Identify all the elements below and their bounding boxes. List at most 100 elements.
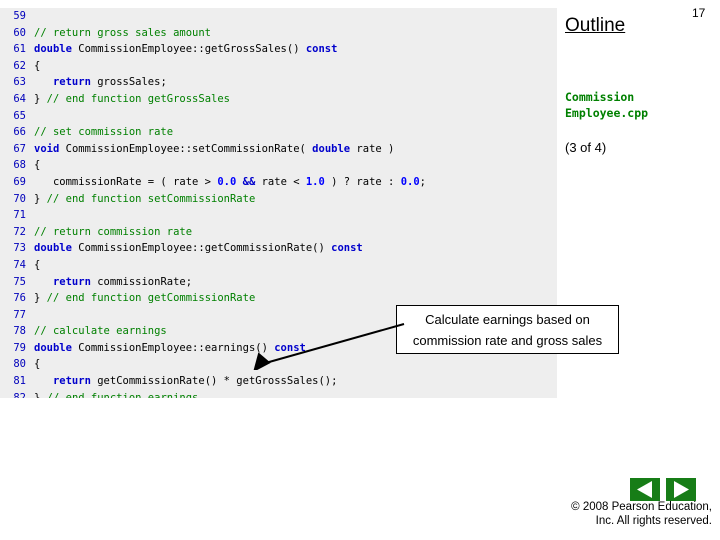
code-line: 59 <box>0 8 557 25</box>
code-token: CommissionEmployee::getGrossSales() <box>71 43 306 56</box>
code-token: 1.0 <box>305 175 325 188</box>
code-token: CommissionEmployee::getCommissionRate() <box>71 242 332 255</box>
code-token: // end function setCommissionRate <box>46 192 256 205</box>
annotation-callout-line1: Calculate earnings based on <box>425 312 590 327</box>
code-token: // end function earnings <box>46 391 199 398</box>
code-line: 70} // end function setCommissionRate <box>0 191 557 208</box>
code-line-number: 80 <box>13 358 26 371</box>
code-line: 66 // set commission rate <box>0 124 557 141</box>
code-line: 60 // return gross sales amount <box>0 25 557 42</box>
code-line: 67 void CommissionEmployee::setCommission… <box>0 141 557 158</box>
code-token: } <box>34 192 47 205</box>
code-line-number: 64 <box>13 92 26 105</box>
code-line: 71 <box>0 207 557 224</box>
code-token: // calculate earnings <box>34 325 167 338</box>
code-token: 0.0 <box>400 175 420 188</box>
code-token: grossSales; <box>90 76 167 89</box>
code-token: commissionRate; <box>90 275 193 288</box>
code-line-number: 78 <box>13 325 26 338</box>
next-slide-button[interactable] <box>666 478 696 501</box>
code-token: } <box>34 391 47 398</box>
code-token: const <box>305 43 338 56</box>
code-token: // end function getGrossSales <box>46 92 230 105</box>
code-token: // return commission rate <box>34 225 193 238</box>
code-line: 72 // return commission rate <box>0 224 557 241</box>
code-line-number: 73 <box>13 242 26 255</box>
code-token: } <box>34 92 47 105</box>
code-token: // return gross sales amount <box>34 26 212 39</box>
code-line: 75 return commissionRate; <box>0 274 557 291</box>
code-line-number: 77 <box>13 308 26 321</box>
code-line: 65 <box>0 108 557 125</box>
code-line-number: 66 <box>13 126 26 139</box>
code-line-number: 79 <box>13 341 26 354</box>
code-line-number: 59 <box>13 10 26 22</box>
code-token: { <box>34 159 41 172</box>
code-token: { <box>34 59 41 72</box>
annotation-callout: Calculate earnings based on commission r… <box>396 305 619 354</box>
code-line-number: 60 <box>13 26 26 39</box>
callout-arrow-icon <box>253 323 405 370</box>
code-token: commissionRate = ( rate > <box>34 175 218 188</box>
copyright-line2: Inc. All rights reserved. <box>595 515 712 527</box>
code-token: rate ) <box>350 142 395 155</box>
code-token: return <box>52 275 91 288</box>
code-line: 69 commissionRate = ( rate > 0.0 && rate… <box>0 174 557 191</box>
code-token: double <box>312 142 351 155</box>
source-file-label-line1: Commission <box>565 90 635 104</box>
code-token: ) ? rate : <box>324 175 401 188</box>
code-token: return <box>52 375 91 388</box>
code-token: rate < <box>255 175 306 188</box>
code-line-number: 61 <box>13 43 26 56</box>
code-token: ; <box>419 175 426 188</box>
code-token: double <box>34 43 72 56</box>
code-token: CommissionEmployee::earnings() <box>71 341 275 354</box>
code-line: 63 return grossSales; <box>0 74 557 91</box>
code-line-number: 81 <box>13 375 26 388</box>
code-line-number: 69 <box>13 175 26 188</box>
code-line: 64} // end function getGrossSales <box>0 91 557 108</box>
code-token: double <box>34 341 72 354</box>
code-token: return <box>52 76 91 89</box>
source-file-label: Commission Employee.cpp <box>565 89 648 121</box>
code-line: 73 double CommissionEmployee::getCommissi… <box>0 240 557 257</box>
code-line: 62 { <box>0 58 557 75</box>
source-file-label-line2: Employee.cpp <box>565 106 649 120</box>
previous-slide-button[interactable] <box>630 478 660 501</box>
listing-progress-label: (3 of 4) <box>565 140 607 155</box>
code-token: } <box>34 292 47 305</box>
slide-number: 17 <box>692 6 706 20</box>
page-title: Outline <box>565 15 626 36</box>
code-line-number: 74 <box>13 258 26 271</box>
code-line: 82} // end function earnings <box>0 390 557 398</box>
code-line-number: 65 <box>13 109 26 122</box>
annotation-callout-line2: commission rate and gross sales <box>412 333 603 348</box>
triangle-right-icon <box>666 478 696 501</box>
code-line-number: 72 <box>13 225 26 238</box>
code-token: void <box>34 142 60 155</box>
code-token: getCommissionRate() * getGrossSales(); <box>90 375 338 388</box>
code-line-number: 67 <box>13 142 26 155</box>
copyright-footer: © 2008 Pearson Education, Inc. All right… <box>372 500 712 528</box>
code-token: // set commission rate <box>34 126 174 139</box>
code-token: // end function getCommissionRate <box>46 292 256 305</box>
code-token: CommissionEmployee::setCommissionRate( <box>59 142 313 155</box>
code-token: { <box>34 358 41 371</box>
code-line-number: 62 <box>13 59 26 72</box>
code-line-number: 76 <box>13 292 26 305</box>
code-line-number: 70 <box>13 192 26 205</box>
triangle-left-icon <box>630 478 660 501</box>
code-line-number: 63 <box>13 76 26 89</box>
code-token: double <box>34 242 72 255</box>
code-line-number: 71 <box>13 209 26 222</box>
code-token: const <box>331 242 363 255</box>
copyright-line1: © 2008 Pearson Education, <box>571 501 712 513</box>
code-token: 0.0 <box>217 175 237 188</box>
code-line-number: 82 <box>13 391 26 398</box>
code-line-number: 75 <box>13 275 26 288</box>
code-line: 74 { <box>0 257 557 274</box>
code-line: 61 double CommissionEmployee::getGrossSal… <box>0 41 557 58</box>
